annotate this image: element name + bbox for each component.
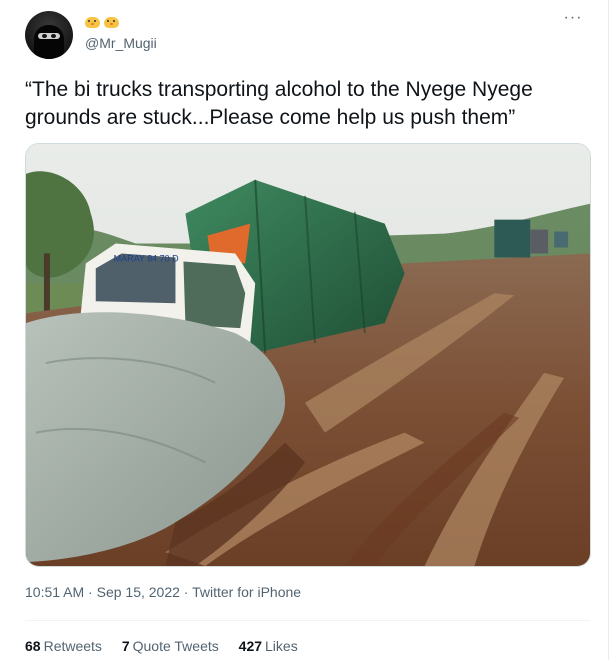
retweets-stat[interactable]: 68 Retweets <box>25 638 102 654</box>
tweet-text: “The bi trucks transporting alcohol to t… <box>25 78 533 129</box>
likes-stat[interactable]: 427 Likes <box>239 638 298 654</box>
avatar[interactable] <box>25 11 73 59</box>
meta-separator: · <box>179 584 193 600</box>
user-handle[interactable]: @Mr_Mugii <box>85 35 157 51</box>
tweet-header: @Mr_Mugii ··· <box>25 10 585 61</box>
quote-tweets-label: Quote Tweets <box>132 638 219 654</box>
likes-label: Likes <box>265 638 298 654</box>
more-options-icon[interactable]: ··· <box>561 10 585 31</box>
tweet-meta: 10:51 AM · Sep 15, 2022 · Twitter for iP… <box>25 584 301 600</box>
tweet-stats: 68 Retweets 7 Quote Tweets 427 Likes <box>25 638 314 654</box>
chick-emoji-icon <box>104 15 119 28</box>
photo-scene: MARAY 84 70 D <box>26 144 590 566</box>
chick-emoji-icon <box>85 15 100 28</box>
quote-tweets-stat[interactable]: 7 Quote Tweets <box>122 638 219 654</box>
tweet-time[interactable]: 10:51 AM <box>25 584 84 600</box>
display-name[interactable] <box>85 13 123 33</box>
tweet-date[interactable]: Sep 15, 2022 <box>97 584 180 600</box>
tweet-source[interactable]: Twitter for iPhone <box>192 584 301 600</box>
likes-count: 427 <box>238 638 263 654</box>
truck-plate-text: MARAY 84 70 D <box>114 253 179 263</box>
divider <box>25 620 590 621</box>
tweet-photo[interactable]: MARAY 84 70 D <box>25 143 591 567</box>
retweets-label: Retweets <box>43 638 102 654</box>
tweet-card: @Mr_Mugii ··· “The bi trucks transportin… <box>0 0 609 660</box>
avatar-mask <box>34 25 64 59</box>
avatar-goggles <box>38 33 60 39</box>
quote-tweets-count: 7 <box>121 638 130 654</box>
retweets-count: 68 <box>25 638 41 654</box>
meta-separator: · <box>84 584 97 600</box>
